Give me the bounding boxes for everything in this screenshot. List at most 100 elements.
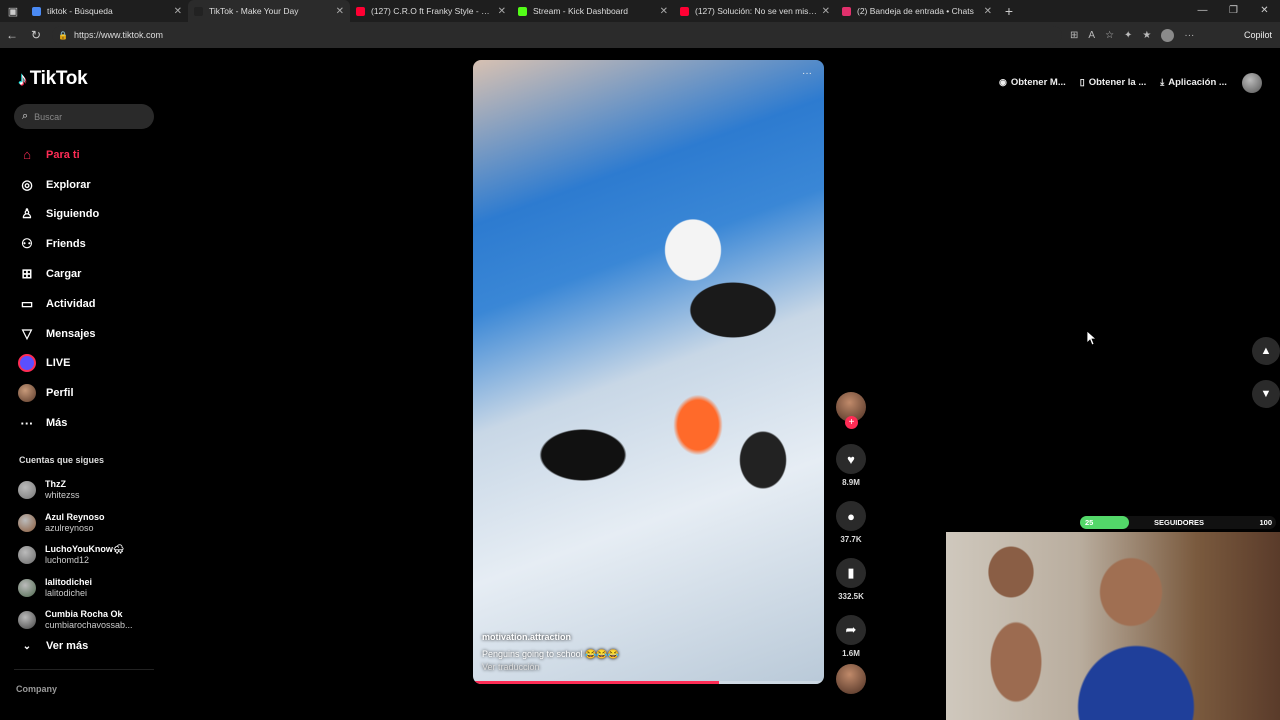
account-handle: lalitodichei — [45, 587, 88, 598]
following-account[interactable]: Cumbia Rocha Ok cumbiarochavossab... — [18, 604, 133, 637]
settings-more-icon[interactable]: ··· — [1184, 30, 1194, 41]
save-button[interactable]: ▮ 332.5K — [833, 558, 869, 601]
like-button[interactable]: ♥ 8.9M — [833, 444, 869, 487]
minimize-icon[interactable]: — — [1187, 0, 1218, 22]
tab-close-icon[interactable]: ✕ — [498, 6, 506, 17]
phone-icon: ▯ — [1079, 77, 1085, 87]
translate-link[interactable]: Ver traducción — [482, 662, 540, 672]
sidebar-item-siguiendo[interactable]: ♙ Siguiendo — [18, 200, 99, 230]
tab-favicon-icon — [356, 6, 365, 16]
video-progress-bar[interactable] — [473, 681, 824, 684]
follow-plus-icon[interactable]: + — [845, 416, 858, 429]
browser-tab[interactable]: Stream - Kick Dashboard ✕ — [512, 0, 674, 22]
sidebar-item-cargar[interactable]: ⊞ Cargar — [18, 259, 99, 289]
sidebar-item-más[interactable]: ··· Más — [18, 408, 99, 438]
browser-tab[interactable]: TikTok - Make Your Day ✕ — [188, 0, 350, 22]
chevron-up-icon: ▲ — [1260, 345, 1272, 357]
video-username[interactable]: motivation.attraction — [482, 632, 571, 642]
top-action-button[interactable]: ◉ Obtener M... — [994, 72, 1071, 93]
following-account[interactable]: lalitodichei lalitodichei — [18, 572, 133, 605]
top-action-label: Aplicación ... — [1168, 77, 1227, 88]
browser-tab[interactable]: tiktok - Búsqueda ✕ — [26, 0, 188, 22]
sidebar-item-friends[interactable]: ⚇ Friends — [18, 229, 99, 259]
top-action-button[interactable]: ⤓ Aplicación ... — [1155, 72, 1232, 93]
read-aloud-icon[interactable]: A — [1088, 30, 1095, 41]
sidebar-item-perfil[interactable]: Perfil — [18, 378, 99, 408]
share-button[interactable]: ➦ 1.6M — [833, 615, 869, 658]
copilot-label: Copilot — [1243, 30, 1272, 40]
account-handle: cumbiarochavossab... — [45, 620, 133, 631]
creator-avatar[interactable]: + — [836, 392, 866, 429]
following-account[interactable]: ThzZ whitezss — [18, 474, 133, 507]
tab-close-icon[interactable]: ✕ — [984, 6, 992, 17]
top-actions: ◉ Obtener M... ▯ Obtener la ... ⤓ Aplicación … — [994, 72, 1262, 93]
tab-title: TikTok - Make Your Day — [209, 6, 299, 16]
sidebar-item-live[interactable]: LIVE — [18, 349, 99, 379]
favorites-icon[interactable]: ★ — [1142, 30, 1151, 41]
browser-profile-avatar[interactable] — [1161, 28, 1175, 42]
tab-close-icon[interactable]: ✕ — [174, 6, 182, 17]
tiktok-note-icon: ♪ — [18, 68, 27, 89]
share-count: 1.6M — [842, 649, 860, 658]
tab-title: (2) Bandeja de entrada • Chats — [857, 6, 974, 16]
sound-avatar[interactable] — [836, 664, 866, 694]
url-text: https://www.tiktok.com — [73, 30, 163, 40]
followers-current: 25 — [1085, 518, 1094, 527]
app-install-icon[interactable]: ⊞ — [1070, 30, 1078, 41]
more-icon: ··· — [20, 415, 34, 431]
new-tab-button[interactable]: + — [998, 3, 1020, 19]
tab-close-icon[interactable]: ✕ — [660, 6, 668, 17]
followers-goal: 100 — [1259, 518, 1272, 527]
account-handle: azulreynoso — [45, 522, 94, 533]
following-account[interactable]: LuchoYouKnow🌨 luchomd12 — [18, 539, 133, 572]
next-video-button[interactable]: ▼ — [1252, 380, 1280, 408]
sidebar-item-label: Explorar — [46, 178, 91, 191]
video-player[interactable]: ··· motivation.attraction Penguins going… — [473, 60, 824, 684]
logo-text: TikTok — [29, 68, 88, 89]
search-input[interactable]: ⌕ Buscar — [14, 104, 154, 129]
browser-tab[interactable]: (2) Bandeja de entrada • Chats ✕ — [836, 0, 998, 22]
top-action-button[interactable]: ▯ Obtener la ... — [1075, 72, 1152, 93]
url-field[interactable]: 🔒 https://www.tiktok.com — [52, 26, 1062, 44]
comment-count: 37.7K — [840, 535, 862, 544]
tab-close-icon[interactable]: ✕ — [336, 6, 344, 17]
sidebar-item-para-ti[interactable]: ⌂ Para ti — [18, 140, 99, 170]
video-more-icon[interactable]: ··· — [802, 68, 812, 79]
tab-title: Stream - Kick Dashboard — [533, 6, 628, 16]
profile-avatar — [18, 384, 36, 403]
browser-tab[interactable]: (127) Solución: No se ven mis alertas ✕ — [674, 0, 836, 22]
sidebar-item-mensajes[interactable]: ▽ Mensajes — [18, 319, 99, 349]
previous-video-button[interactable]: ▲ — [1252, 337, 1280, 365]
sidebar-item-label: Más — [46, 417, 68, 430]
tiktok-logo[interactable]: ♪ TikTok — [18, 68, 88, 90]
reload-icon[interactable]: ↻ — [24, 28, 48, 42]
tab-close-icon[interactable]: ✕ — [822, 6, 830, 17]
window-controls: — ❐ ✕ — [1187, 0, 1280, 22]
browser-tab[interactable]: (127) C.R.O ft Franky Style - Si o No ✕ — [350, 0, 512, 22]
favorite-star-icon[interactable]: ☆ — [1105, 30, 1114, 41]
sidebar-item-label: Para ti — [46, 148, 80, 161]
company-link[interactable]: Company — [16, 684, 57, 694]
see-more-button[interactable]: ⌄ Ver más — [18, 640, 88, 652]
sidebar-item-explorar[interactable]: ◎ Explorar — [18, 170, 99, 200]
sidebar-divider — [14, 669, 154, 670]
close-window-icon[interactable]: ✕ — [1249, 0, 1280, 22]
copilot-button[interactable]: Copilot — [1236, 25, 1280, 45]
extensions-icon[interactable]: ✦ — [1124, 30, 1132, 41]
tab-favicon-icon — [194, 6, 203, 16]
sidebar-item-actividad[interactable]: ▭ Actividad — [18, 289, 99, 319]
video-caption: Penguins going to school 😂😂😂 — [482, 649, 619, 659]
tab-favicon-icon — [680, 6, 689, 16]
window-menu-icon[interactable]: ▣ — [0, 0, 26, 22]
lock-icon: 🔒 — [58, 30, 68, 40]
following-list: ThzZ whitezss Azul Reynoso azulreynoso Lucho… — [18, 474, 133, 637]
comment-button[interactable]: ● 37.7K — [833, 501, 869, 544]
account-name: Cumbia Rocha Ok — [45, 609, 123, 620]
account-avatar — [18, 481, 36, 500]
following-account[interactable]: Azul Reynoso azulreynoso — [18, 507, 133, 540]
live-ring-icon — [18, 354, 36, 373]
user-avatar[interactable] — [1241, 72, 1262, 93]
back-icon[interactable]: ← — [0, 28, 24, 42]
share-icon: ➦ — [836, 615, 866, 645]
restore-icon[interactable]: ❐ — [1218, 0, 1249, 22]
